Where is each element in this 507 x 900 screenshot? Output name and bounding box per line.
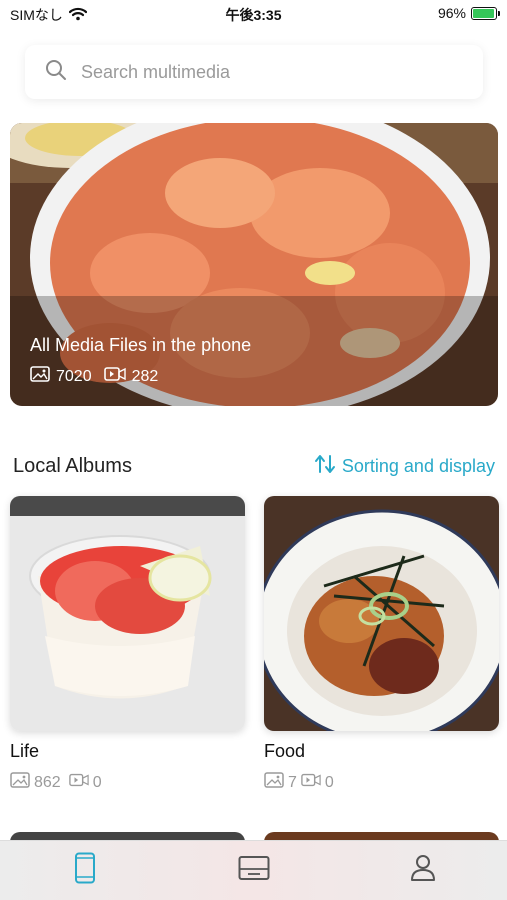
album-photo-count: 862 [34,773,61,791]
person-icon [410,854,436,887]
photo-icon [30,366,50,387]
search-bar[interactable] [25,45,483,99]
video-icon [68,772,89,793]
status-time: 午後3:35 [225,7,282,23]
local-albums-title: Local Albums [13,454,132,477]
album-counts-food: 7 0 [264,772,499,793]
video-icon [301,772,321,793]
album-thumbnail-life [10,496,245,731]
album-card-life[interactable]: Life 862 0 [10,496,245,793]
all-media-title: All Media Files in the phone [30,335,252,355]
album-name-food: Food [264,741,306,761]
album-counts-life: 862 0 [10,772,245,793]
album-card-food[interactable]: Food 7 0 [264,496,499,793]
sorting-display-label: Sorting and display [341,455,495,476]
tab-profile[interactable] [393,846,453,896]
album-photo-count: 7 [288,773,297,791]
album-name-life: Life [10,741,40,761]
all-media-card[interactable]: All Media Files in the phone 7020 282 [10,123,498,406]
all-media-counts: 7020 282 [30,366,158,387]
album-icon [238,855,270,886]
photo-count: 7020 [56,367,92,385]
sorting-display-button[interactable]: Sorting and display [314,454,495,479]
bottom-tab-bar [0,840,507,900]
album-video-count: 0 [92,773,102,791]
photo-icon [10,772,30,793]
search-input[interactable] [81,61,461,83]
search-icon [45,59,67,86]
status-bar: SIMなし 午後3:35 96% [0,0,507,28]
battery-icon [471,6,500,20]
status-right: 96% [437,5,500,21]
all-media-cover-image [10,123,498,406]
album-thumbnail-food [264,496,499,731]
album-cover-food [264,496,499,731]
video-count: 282 [131,367,159,385]
video-icon [103,366,126,387]
phone-icon [74,852,96,889]
tab-phone[interactable] [55,846,115,896]
photo-icon [264,772,284,793]
sort-arrows-icon [314,454,336,479]
local-albums-header: Local Albums Sorting and display [13,451,495,481]
battery-percent: 96% [437,5,466,21]
album-video-count: 0 [324,773,334,791]
album-cover-life [10,496,245,731]
tab-albums[interactable] [224,846,284,896]
battery-level [473,8,495,18]
